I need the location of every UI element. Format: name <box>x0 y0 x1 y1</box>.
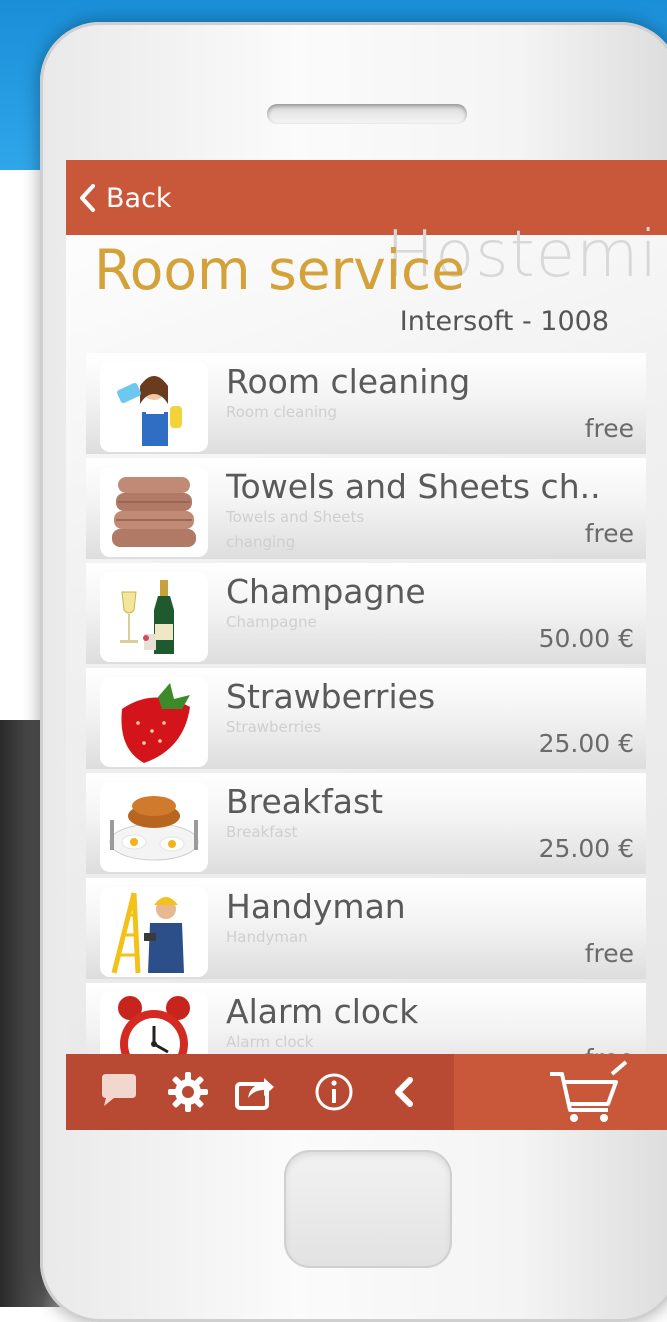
chevron-left-icon[interactable] <box>382 1070 426 1114</box>
cleaning-maid-icon <box>100 362 208 452</box>
home-button[interactable] <box>284 1150 452 1268</box>
item-subtitle: Breakfast <box>226 823 298 841</box>
bottom-bar <box>66 1054 667 1130</box>
item-price: free <box>584 519 634 548</box>
strawberry-icon <box>100 677 208 767</box>
item-title: Strawberries <box>226 677 436 716</box>
item-title: Towels and Sheets ch.. <box>226 467 601 506</box>
gear-icon[interactable] <box>166 1070 210 1114</box>
item-title: Champagne <box>226 572 426 611</box>
hotel-room-label: Intersoft - 1008 <box>399 306 609 337</box>
item-subtitle: Room cleaning <box>226 403 338 421</box>
cart-icon[interactable] <box>546 1060 628 1126</box>
item-subtitle: Towels and Sheets changing <box>226 508 365 551</box>
list-item[interactable]: Breakfast Breakfast 25.00 € <box>86 773 646 874</box>
breakfast-icon <box>100 782 208 872</box>
item-title: Handyman <box>226 887 406 926</box>
item-subtitle: Handyman <box>226 928 308 946</box>
champagne-icon <box>100 572 208 662</box>
phone-speaker <box>267 104 467 124</box>
handyman-icon <box>100 887 208 977</box>
item-price: 25.00 € <box>538 729 634 758</box>
list-item[interactable]: Champagne Champagne 50.00 € <box>86 563 646 664</box>
item-price: 25.00 € <box>538 834 634 863</box>
back-label: Back <box>106 182 172 214</box>
app-screen: Back Hostemi Room service Intersoft - 10… <box>66 160 667 1130</box>
page-title: Room service <box>94 238 466 302</box>
item-subtitle: Champagne <box>226 613 317 631</box>
list-item[interactable]: Handyman Handyman free <box>86 878 646 979</box>
list-item[interactable]: Room cleaning Room cleaning free <box>86 353 646 454</box>
back-button[interactable]: Back <box>78 176 172 220</box>
chevron-left-icon <box>80 184 95 212</box>
item-price: free <box>584 939 634 968</box>
chat-icon[interactable] <box>96 1070 140 1114</box>
list-item[interactable]: Strawberries Strawberries 25.00 € <box>86 668 646 769</box>
item-subtitle: Strawberries <box>226 718 322 736</box>
item-title: Alarm clock <box>226 992 419 1031</box>
item-price: 50.00 € <box>538 624 634 653</box>
share-icon[interactable] <box>232 1070 276 1114</box>
towels-icon <box>100 467 208 557</box>
item-price: free <box>584 414 634 443</box>
info-icon[interactable] <box>312 1070 356 1114</box>
item-subtitle: Alarm clock <box>226 1033 314 1051</box>
list-item[interactable]: Towels and Sheets ch.. Towels and Sheets… <box>86 458 646 559</box>
item-title: Room cleaning <box>226 362 471 401</box>
item-title: Breakfast <box>226 782 384 821</box>
